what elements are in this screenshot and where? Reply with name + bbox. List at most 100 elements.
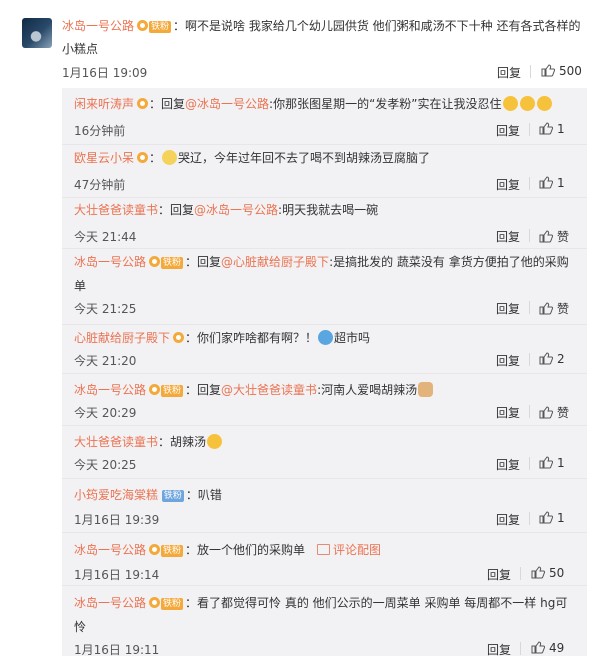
root-username[interactable]: 冰岛一号公路: [62, 19, 134, 33]
divider: [529, 229, 530, 242]
reply-text: 心脏献给厨子殿下 ：你们家咋啥都有啊？！ 超市吗: [74, 326, 574, 350]
verified-icon: [137, 98, 149, 109]
avatar[interactable]: [22, 18, 52, 48]
list-item: 小筠爱吃海棠糕 铁粉 ：叭错 1月16日 19:39 回复 1: [62, 483, 587, 533]
divider: [62, 248, 587, 249]
verified-icon: [173, 332, 185, 343]
like-button[interactable]: 赞: [539, 404, 569, 421]
verified-icon: [137, 152, 149, 163]
doge-emoji-icon: [318, 330, 334, 345]
reply-text: 冰岛一号公路 铁粉 ：看了都觉得可怜 真的 他们公示的一周菜单 采购单 每周都不一样…: [74, 591, 574, 639]
like-count: 1: [557, 511, 565, 525]
reply-prefix: ：回复: [158, 203, 195, 217]
reply-button[interactable]: 回复: [487, 566, 511, 583]
reply-text: 闲来听涛声 ：回复@冰岛一号公路:你那张图星期一的“发孝粉”实在让我没忍住: [74, 92, 574, 116]
divider: [529, 123, 530, 136]
list-item: 心脏献给厨子殿下 ：你们家咋啥都有啊？！ 超市吗 今天 21:20 回复 2: [62, 326, 587, 376]
like-button[interactable]: 1: [539, 511, 565, 525]
like-button[interactable]: 1: [539, 456, 565, 470]
reply-timestamp: 今天 21:44: [74, 230, 137, 244]
fan-badge: 铁粉: [161, 385, 184, 397]
reply-username[interactable]: 冰岛一号公路: [74, 255, 146, 269]
mention-link[interactable]: @大壮爸爸读童书: [221, 383, 317, 397]
laugh-emoji-icon: [536, 96, 552, 111]
reply-text: 冰岛一号公路 铁粉 ：回复@心脏献给厨子殿下:是搞批发的 蔬菜没有 拿货方便拍了他的…: [74, 250, 574, 298]
like-button[interactable]: 2: [539, 352, 565, 366]
list-item: 冰岛一号公路 铁粉 ：回复@大壮爸爸读童书:河南人爱喝胡辣汤 今天 20:29 回复…: [62, 378, 587, 428]
reply-username[interactable]: 冰岛一号公路: [74, 543, 146, 557]
fan-badge: 铁粉: [161, 545, 184, 557]
comment-image-link[interactable]: 评论配图: [333, 543, 381, 557]
list-item: 冰岛一号公路 铁粉 ：回复@心脏献给厨子殿下:是搞批发的 蔬菜没有 拿货方便拍了他的…: [62, 250, 587, 322]
verified-icon: [149, 384, 161, 395]
reply-button[interactable]: 回复: [496, 456, 520, 473]
divider: [529, 301, 530, 314]
mention-link[interactable]: @冰岛一号公路: [185, 97, 269, 111]
like-button[interactable]: 1: [539, 122, 565, 136]
divider: [62, 585, 587, 586]
thumbs-up-icon: [539, 176, 553, 189]
reply-username[interactable]: 闲来听涛声: [74, 97, 134, 111]
reply-body: 哭辽，今年过年回不去了喝不到胡辣汤豆腐脑了: [178, 151, 431, 165]
reply-username[interactable]: 小筠爱吃海棠糕: [74, 488, 158, 502]
root-timestamp: 1月16日 19:09: [62, 66, 148, 80]
reply-timestamp: 今天 20:25: [74, 458, 137, 472]
verified-icon: [149, 597, 161, 608]
divider: [62, 478, 587, 479]
reply-username[interactable]: 冰岛一号公路: [74, 383, 146, 397]
like-button[interactable]: 49: [531, 641, 564, 655]
reply-button[interactable]: 回复: [496, 300, 520, 317]
divider: [529, 405, 530, 418]
reply-button[interactable]: 回复: [487, 641, 511, 658]
list-item: 冰岛一号公路 铁粉 ：看了都觉得可怜 真的 他们公示的一周菜单 采购单 每周都不一样…: [62, 591, 587, 658]
like-button[interactable]: 赞: [539, 300, 569, 317]
like-button[interactable]: 赞: [539, 228, 569, 245]
like-button[interactable]: 50: [531, 566, 564, 580]
reply-username[interactable]: 大壮爸爸读童书: [74, 203, 158, 217]
reply-button[interactable]: 回复: [496, 511, 520, 528]
mention-link[interactable]: @冰岛一号公路: [194, 203, 278, 217]
reply-text: 大壮爸爸读童书：回复@冰岛一号公路:明天我就去喝一碗: [74, 198, 574, 222]
thumbs-up-icon: [539, 406, 553, 419]
divider: [62, 425, 587, 426]
reply-text: 小筠爱吃海棠糕 铁粉 ：叭错: [74, 483, 574, 507]
list-item: 冰岛一号公路 铁粉 ：放一个他们的采购单 评论配图 1月16日 19:14 回复 50: [62, 538, 587, 588]
reply-username[interactable]: 心脏献给厨子殿下: [74, 331, 170, 345]
reply-button[interactable]: 回复: [496, 404, 520, 421]
verified-icon: [149, 256, 161, 267]
reply-timestamp: 今天 20:29: [74, 406, 137, 420]
divider: [530, 65, 531, 78]
like-count: 2: [557, 352, 565, 366]
laugh-emoji-icon: [502, 96, 518, 111]
reply-body: :明天我就去喝一碗: [278, 203, 379, 217]
thumbs-up-icon: [539, 122, 553, 135]
divider: [520, 567, 521, 580]
reply-button[interactable]: 回复: [496, 122, 520, 139]
divider: [529, 457, 530, 470]
list-item: 大壮爸爸读童书：胡辣汤 今天 20:25 回复 1: [62, 430, 587, 480]
divider: [62, 373, 587, 374]
reply-username[interactable]: 大壮爸爸读童书: [74, 435, 158, 449]
like-button[interactable]: 500: [541, 64, 582, 78]
like-button[interactable]: 1: [539, 176, 565, 190]
list-item: 大壮爸爸读童书：回复@冰岛一号公路:明天我就去喝一碗 今天 21:44 回复 赞: [62, 198, 587, 248]
like-count: 49: [549, 641, 565, 655]
reply-button[interactable]: 回复: [496, 228, 520, 245]
reply-username[interactable]: 欧星云小呆: [74, 151, 134, 165]
reply-button[interactable]: 回复: [497, 64, 521, 81]
reply-prefix: ：: [149, 151, 162, 165]
reply-text: 冰岛一号公路 铁粉 ：回复@大壮爸爸读童书:河南人爱喝胡辣汤: [74, 378, 574, 402]
reply-button[interactable]: 回复: [496, 352, 520, 369]
laugh-emoji-icon: [519, 96, 535, 111]
list-item: 闲来听涛声 ：回复@冰岛一号公路:你那张图星期一的“发孝粉”实在让我没忍住 16分…: [62, 92, 587, 142]
mention-link[interactable]: @心脏献给厨子殿下: [221, 255, 329, 269]
divider: [520, 642, 521, 655]
crying-emoji-icon: [162, 150, 178, 165]
reply-body: ：放一个他们的采购单: [185, 543, 306, 557]
reply-prefix: ：回复: [185, 255, 222, 269]
like-count: 1: [557, 122, 565, 136]
reply-text: 大壮爸爸读童书：胡辣汤: [74, 430, 574, 454]
reply-username[interactable]: 冰岛一号公路: [74, 596, 146, 610]
reply-body: 超市吗: [334, 331, 371, 345]
reply-button[interactable]: 回复: [496, 176, 520, 193]
